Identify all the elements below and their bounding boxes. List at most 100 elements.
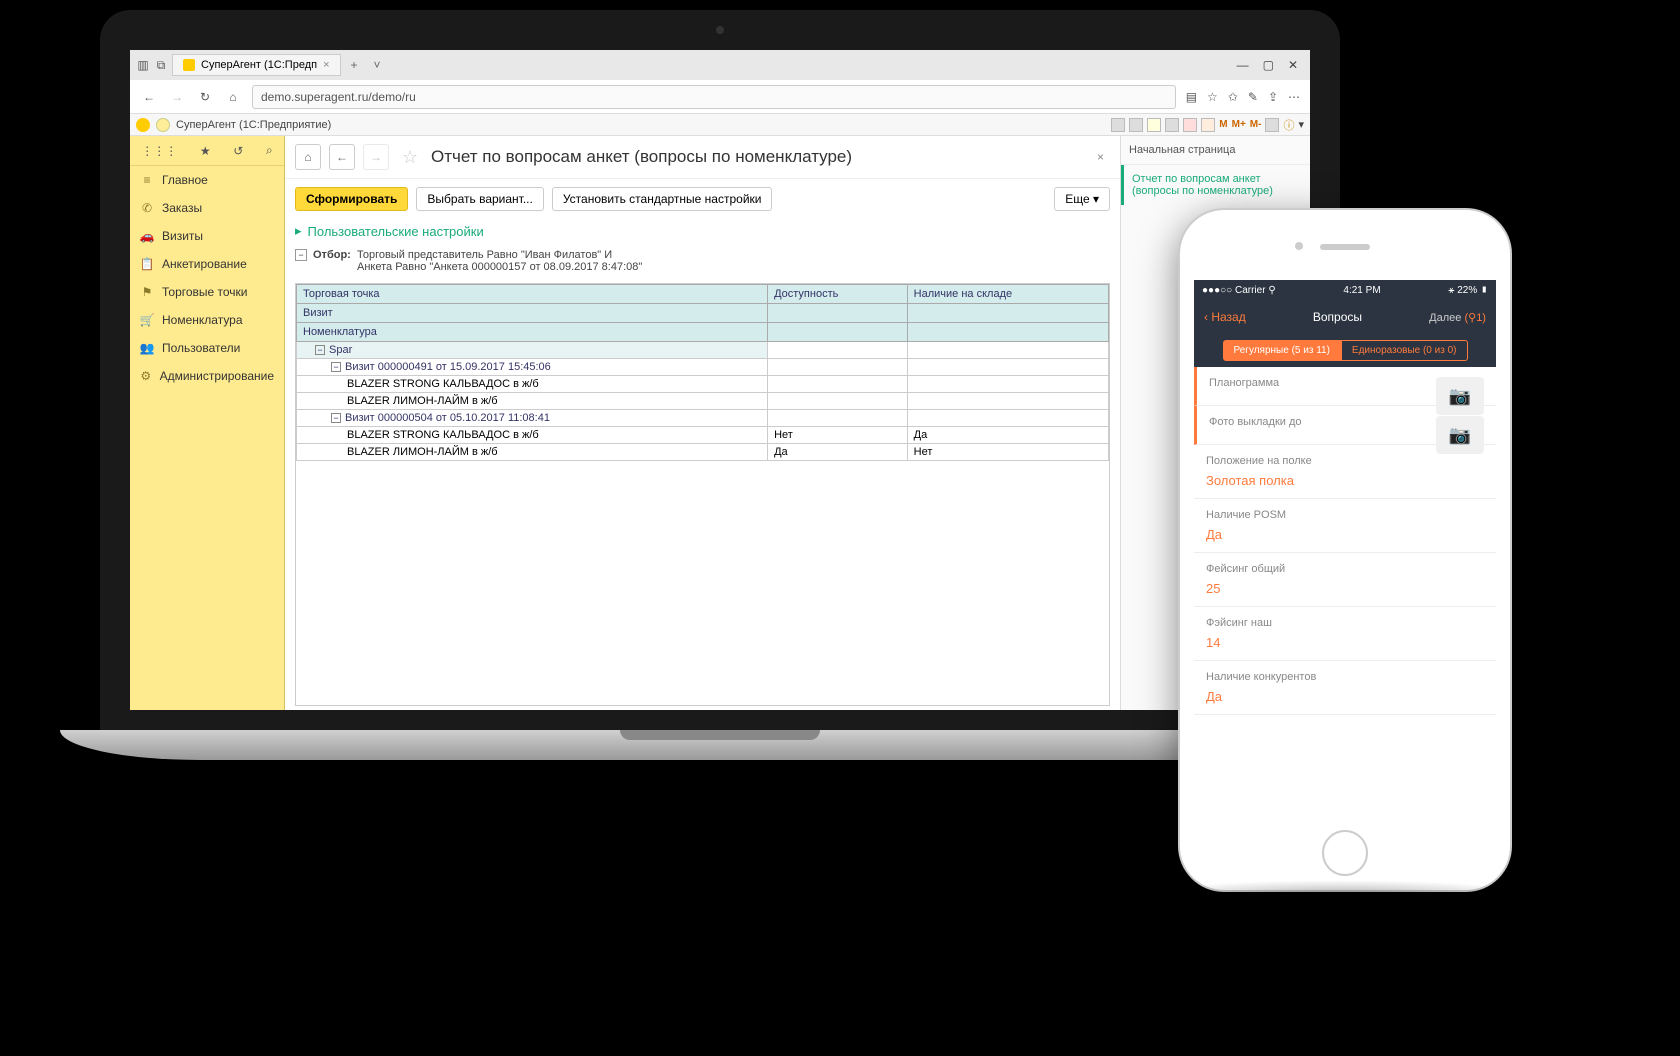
toolbar-icon[interactable] [1201,118,1215,132]
sidebar-label: Торговые точки [162,285,248,299]
question-item[interactable]: Фото выкладки до📷 [1194,406,1496,445]
tab-chevron-icon[interactable]: ˅ [368,58,387,72]
sidebar-item[interactable]: 🚗Визиты [130,222,284,250]
history-icon[interactable]: ↺ [233,144,243,158]
notes-icon[interactable]: ✎ [1248,90,1258,104]
defaults-button[interactable]: Установить стандартные настройки [552,187,773,211]
sidebar-icon: ⚙ [140,369,152,383]
new-tab-button[interactable]: + [345,58,364,72]
restore-icon[interactable]: ⧉ [154,58,168,72]
dropdown-icon[interactable]: ▾ [1298,118,1304,131]
window-maximize-icon[interactable]: ▢ [1263,58,1274,72]
memory-m[interactable]: M [1219,119,1227,130]
favorites-icon[interactable]: ✩ [1228,90,1238,104]
nav-forward-icon[interactable]: → [168,90,186,104]
variant-button[interactable]: Выбрать вариант... [416,187,543,211]
report-cell[interactable]: −Визит 000000504 от 05.10.2017 11:08:41 [297,410,768,427]
nav-home-icon[interactable]: ⌂ [224,90,242,104]
report-cell[interactable]: BLAZER STRONG КАЛЬВАДОС в ж/б [297,427,768,444]
sidebar-item[interactable]: 🛒Номенклатура [130,306,284,334]
report-cell: Да [907,427,1108,444]
col-subheader: Визит [297,304,768,323]
toolbar-icon[interactable] [1265,118,1279,132]
toolbar-icon[interactable] [1165,118,1179,132]
phone-mockup: ●●●○○ Carrier ⚲ 4:21 PM ⚹ 22% ▮ ‹ Назад … [1180,210,1510,890]
question-item[interactable]: Положение на полкеЗолотая полка [1194,445,1496,499]
sidebar-label: Пользователи [162,341,240,355]
col-header[interactable]: Торговая точка [297,285,768,304]
toolbar-icon[interactable] [1111,118,1125,132]
url-input[interactable]: demo.superagent.ru/demo/ru [252,85,1176,109]
toolbar-icon[interactable] [1147,118,1161,132]
question-label: Фэйсинг наш [1206,617,1484,629]
window-close-icon[interactable]: ✕ [1288,58,1298,72]
question-item[interactable]: Фейсинг общий25 [1194,553,1496,607]
report-cell[interactable]: BLAZER STRONG КАЛЬВАДОС в ж/б [297,376,768,393]
close-tab-icon[interactable]: × [323,59,329,71]
bookmark-icon[interactable]: ☆ [1207,90,1218,104]
sidebar-item[interactable]: ⚙ Администрирование [130,362,284,390]
apps-icon[interactable]: ⋮⋮⋮ [141,144,177,158]
toolbar-icon[interactable] [1129,118,1143,132]
search-icon[interactable]: ⌕ [266,143,273,158]
question-value: 14 [1206,635,1484,650]
home-button[interactable] [1322,830,1368,876]
nav-back-icon[interactable]: ← [140,90,158,104]
menu-icon[interactable]: ⋯ [1288,90,1300,104]
col-header[interactable]: Доступность [768,285,908,304]
info-icon[interactable]: ⓘ [1283,117,1294,133]
sidebar-item[interactable]: 📋Анкетирование [130,250,284,278]
clock: 4:21 PM [1343,285,1380,296]
onec-app-title: СуперАгент (1С:Предприятие) [176,119,331,131]
collapse-icon[interactable]: − [295,249,307,261]
seg-once[interactable]: Единоразовые (0 из 0) [1341,340,1468,361]
question-list[interactable]: Планограмма📷Фото выкладки до📷Положение н… [1194,367,1496,820]
memory-mminus[interactable]: M- [1250,119,1262,130]
favorite-button[interactable]: ☆ [397,144,423,170]
col-header[interactable]: Наличие на складе [907,285,1108,304]
rp-current[interactable]: Отчет по вопросам анкет (вопросы по номе… [1121,165,1310,205]
sidebar-icon: ✆ [140,201,154,215]
rp-home[interactable]: Начальная страница [1121,136,1310,165]
sidebar-toggle-icon[interactable]: ▥ [136,58,150,72]
sidebar-item[interactable]: 👥Пользователи [130,334,284,362]
question-label: Наличие конкурентов [1206,671,1484,683]
question-item[interactable]: Фэйсинг наш 14 [1194,607,1496,661]
user-settings-toggle[interactable]: ▸ Пользовательские настройки [285,219,1120,243]
form-button[interactable]: Сформировать [295,187,408,211]
sidebar-item[interactable]: ≡Главное [130,166,284,194]
question-item[interactable]: Планограмма📷 [1194,367,1496,406]
nav-reload-icon[interactable]: ↻ [196,90,214,104]
nav-next-button[interactable]: → [363,144,389,170]
sidebar-label: Администрирование [160,369,274,383]
nav-prev-button[interactable]: ← [329,144,355,170]
group-row[interactable]: −Spar [297,342,768,359]
report-cell[interactable]: −Визит 000000491 от 15.09.2017 15:45:06 [297,359,768,376]
sidebar-item[interactable]: ✆Заказы [130,194,284,222]
sidebar-item[interactable]: ⚑Торговые точки [130,278,284,306]
window-minimize-icon[interactable]: — [1237,58,1249,72]
report-cell: Нет [768,427,908,444]
report-table: Торговая точка Доступность Наличие на ск… [295,283,1110,706]
seg-regular[interactable]: Регулярные (5 из 11) [1223,340,1341,361]
star-icon[interactable]: ★ [200,144,211,158]
onec-menu-icon[interactable] [156,118,170,132]
next-button[interactable]: Далее (⚲1) [1429,311,1486,324]
browser-tab[interactable]: СуперАгент (1С:Предп × [172,54,341,76]
question-item[interactable]: Наличие конкурентовДа [1194,661,1496,715]
report-cell[interactable]: BLAZER ЛИМОН-ЛАЙМ в ж/б [297,444,768,461]
toolbar-icon[interactable] [1183,118,1197,132]
sidebar-label: Визиты [162,229,203,243]
onec-logo-icon [136,118,150,132]
close-page-button[interactable]: × [1091,150,1110,164]
question-value: Золотая полка [1206,473,1484,488]
share-icon[interactable]: ⇪ [1268,90,1278,104]
report-cell[interactable]: BLAZER ЛИМОН-ЛАЙМ в ж/б [297,393,768,410]
memory-mplus[interactable]: M+ [1232,119,1246,130]
question-label: Наличие POSM [1206,509,1484,521]
reader-icon[interactable]: ▤ [1186,90,1197,104]
more-button[interactable]: Еще ▾ [1054,187,1110,211]
back-button[interactable]: ‹ Назад [1204,310,1246,324]
home-button[interactable]: ⌂ [295,144,321,170]
question-item[interactable]: Наличие POSMДа [1194,499,1496,553]
